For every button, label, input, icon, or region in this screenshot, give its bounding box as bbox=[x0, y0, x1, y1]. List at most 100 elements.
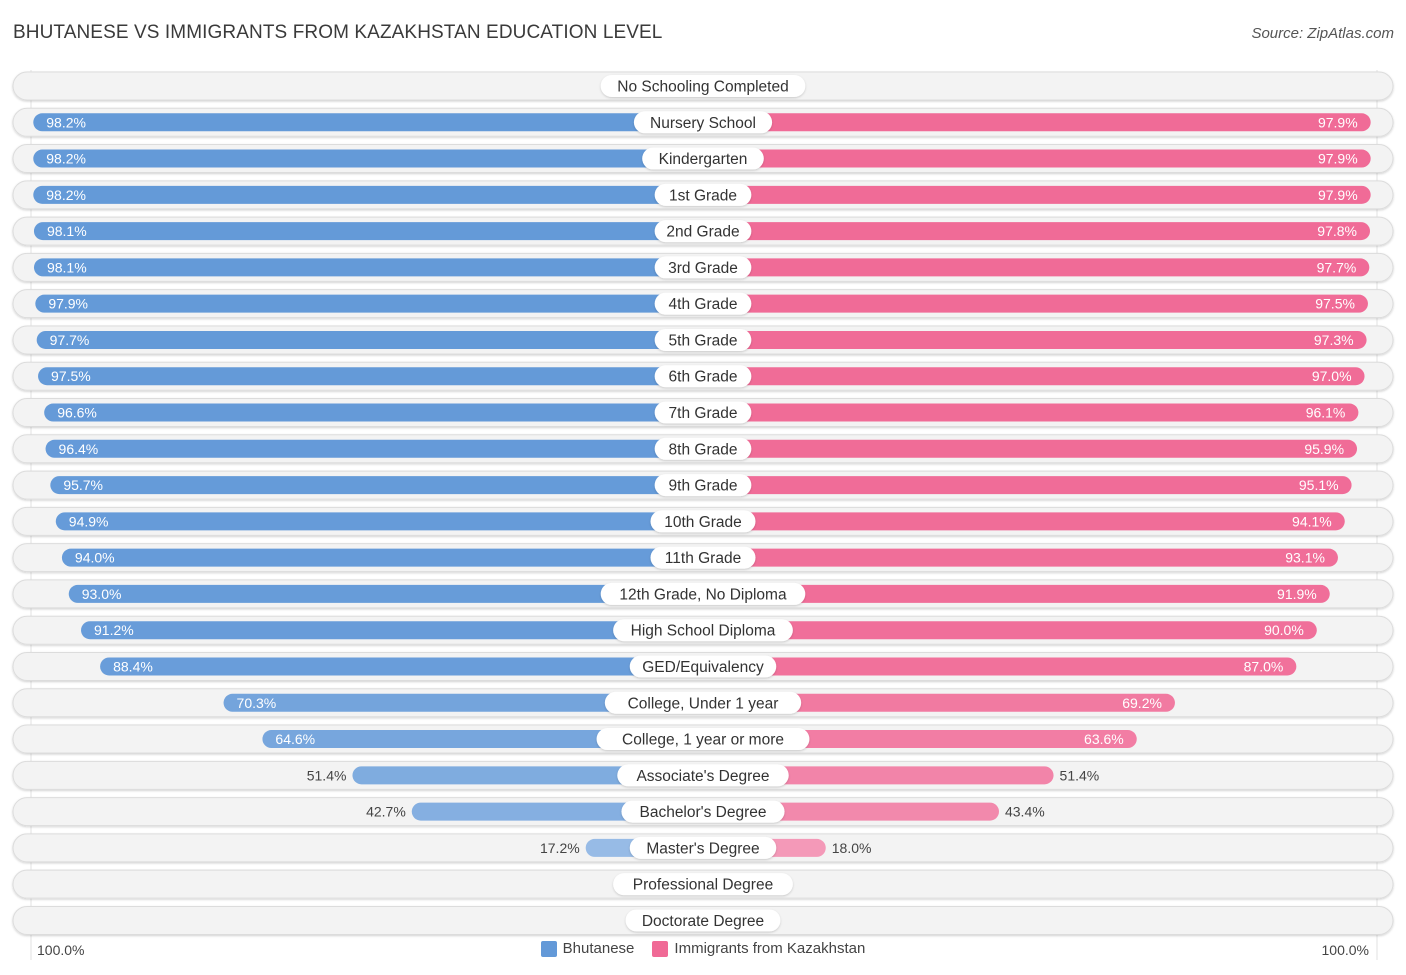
value-label-kazakhstan: 18.0% bbox=[832, 840, 872, 856]
bar-kazakhstan bbox=[703, 222, 1370, 241]
category-label: Kindergarten bbox=[659, 151, 748, 168]
category-label: High School Diploma bbox=[631, 623, 776, 640]
value-label-kazakhstan: 91.9% bbox=[1277, 586, 1317, 602]
category-label: 6th Grade bbox=[669, 369, 738, 386]
bar-kazakhstan bbox=[703, 113, 1371, 132]
value-label-bhutanese: 96.4% bbox=[59, 441, 99, 457]
value-label-kazakhstan: 97.9% bbox=[1318, 151, 1358, 167]
bar-kazakhstan bbox=[703, 330, 1367, 349]
value-label-kazakhstan: 97.8% bbox=[1317, 223, 1357, 239]
category-label: College, Under 1 year bbox=[628, 695, 779, 712]
bar-kazakhstan bbox=[703, 149, 1371, 168]
value-label-bhutanese: 17.2% bbox=[540, 840, 580, 856]
bar-bhutanese bbox=[44, 403, 704, 422]
category-label: 1st Grade bbox=[669, 187, 737, 204]
value-label-kazakhstan: 96.1% bbox=[1306, 405, 1346, 421]
value-label-kazakhstan: 69.2% bbox=[1122, 695, 1162, 711]
bar-bhutanese bbox=[33, 149, 703, 168]
category-label: No Schooling Completed bbox=[617, 79, 788, 96]
value-label-bhutanese: 98.2% bbox=[46, 151, 86, 167]
bar-bhutanese bbox=[35, 294, 703, 313]
value-label-kazakhstan: 97.5% bbox=[1315, 296, 1355, 312]
bar-bhutanese bbox=[33, 113, 703, 132]
value-label-kazakhstan: 51.4% bbox=[1060, 767, 1100, 783]
value-label-bhutanese: 98.2% bbox=[46, 114, 86, 130]
bar-kazakhstan bbox=[703, 439, 1358, 458]
chart-canvas: 1.8%2.1%No Schooling Completed98.2%97.9%… bbox=[12, 70, 1394, 960]
value-label-bhutanese: 94.9% bbox=[69, 513, 109, 529]
category-label: 5th Grade bbox=[669, 332, 738, 349]
value-label-bhutanese: 93.0% bbox=[82, 586, 122, 602]
value-label-kazakhstan: 87.0% bbox=[1244, 658, 1284, 674]
value-label-bhutanese: 98.1% bbox=[47, 259, 87, 275]
value-label-bhutanese: 94.0% bbox=[75, 550, 115, 566]
value-label-kazakhstan: 95.1% bbox=[1299, 477, 1339, 493]
bar-kazakhstan bbox=[703, 294, 1368, 313]
legend-item-bhutanese[interactable]: Bhutanese bbox=[540, 940, 635, 957]
category-label: Professional Degree bbox=[633, 877, 773, 894]
category-label: GED/Equivalency bbox=[642, 659, 764, 676]
bar-kazakhstan bbox=[703, 258, 1370, 277]
value-label-kazakhstan: 95.9% bbox=[1304, 441, 1344, 457]
legend-swatch-kazakhstan bbox=[652, 940, 669, 957]
value-label-kazakhstan: 94.1% bbox=[1292, 513, 1332, 529]
bar-kazakhstan bbox=[703, 512, 1345, 531]
category-label: Bachelor's Degree bbox=[639, 804, 766, 821]
value-label-kazakhstan: 97.9% bbox=[1318, 187, 1358, 203]
category-label: 2nd Grade bbox=[666, 224, 739, 241]
category-label: College, 1 year or more bbox=[622, 732, 784, 749]
bar-bhutanese bbox=[38, 367, 704, 386]
bar-bhutanese bbox=[33, 185, 703, 204]
value-label-kazakhstan: 43.4% bbox=[1005, 804, 1045, 820]
value-label-bhutanese: 97.5% bbox=[51, 368, 91, 384]
bar-kazakhstan bbox=[703, 657, 1297, 676]
bar-bhutanese bbox=[45, 439, 703, 458]
bar-kazakhstan bbox=[703, 548, 1338, 567]
category-label: 4th Grade bbox=[669, 296, 738, 313]
category-label: 10th Grade bbox=[664, 514, 742, 531]
bar-kazakhstan bbox=[703, 621, 1317, 640]
legend: Bhutanese Immigrants from Kazakhstan bbox=[0, 940, 1406, 957]
bar-kazakhstan bbox=[703, 403, 1359, 422]
value-label-bhutanese: 98.1% bbox=[47, 223, 87, 239]
value-label-bhutanese: 91.2% bbox=[94, 622, 134, 638]
bar-kazakhstan bbox=[703, 367, 1365, 386]
value-label-bhutanese: 51.4% bbox=[307, 767, 347, 783]
bar-bhutanese bbox=[33, 258, 703, 277]
bar-bhutanese bbox=[55, 512, 704, 531]
category-label: 8th Grade bbox=[669, 441, 738, 458]
category-label: Master's Degree bbox=[646, 840, 759, 857]
legend-swatch-bhutanese bbox=[540, 940, 557, 957]
bar-bhutanese bbox=[50, 476, 704, 495]
category-label: 12th Grade, No Diploma bbox=[619, 586, 787, 603]
value-label-kazakhstan: 97.9% bbox=[1318, 114, 1358, 130]
bar-bhutanese bbox=[61, 548, 704, 567]
value-label-kazakhstan: 97.3% bbox=[1314, 332, 1354, 348]
value-label-kazakhstan: 90.0% bbox=[1264, 622, 1304, 638]
value-label-bhutanese: 88.4% bbox=[113, 658, 153, 674]
value-label-bhutanese: 96.6% bbox=[57, 405, 97, 421]
category-label: Nursery School bbox=[650, 115, 756, 132]
bar-kazakhstan bbox=[703, 476, 1352, 495]
value-label-kazakhstan: 97.7% bbox=[1317, 259, 1357, 275]
value-label-bhutanese: 95.7% bbox=[63, 477, 103, 493]
category-label: Associate's Degree bbox=[636, 768, 769, 785]
category-label: 7th Grade bbox=[669, 405, 738, 422]
value-label-kazakhstan: 63.6% bbox=[1084, 731, 1124, 747]
value-label-bhutanese: 42.7% bbox=[366, 804, 406, 820]
category-label: 9th Grade bbox=[669, 478, 738, 495]
category-label: 11th Grade bbox=[665, 550, 741, 567]
value-label-bhutanese: 97.7% bbox=[50, 332, 90, 348]
category-label: Doctorate Degree bbox=[642, 913, 764, 930]
bar-bhutanese bbox=[36, 330, 704, 349]
bar-bhutanese bbox=[100, 657, 703, 676]
value-label-bhutanese: 97.9% bbox=[48, 296, 88, 312]
legend-item-kazakhstan[interactable]: Immigrants from Kazakhstan bbox=[652, 940, 865, 957]
legend-label-bhutanese: Bhutanese bbox=[562, 940, 635, 957]
value-label-kazakhstan: 93.1% bbox=[1285, 550, 1325, 566]
value-label-kazakhstan: 97.0% bbox=[1312, 368, 1352, 384]
value-label-bhutanese: 70.3% bbox=[237, 695, 277, 711]
legend-label-kazakhstan: Immigrants from Kazakhstan bbox=[674, 940, 866, 957]
value-label-bhutanese: 64.6% bbox=[275, 731, 315, 747]
bar-kazakhstan bbox=[703, 185, 1371, 204]
